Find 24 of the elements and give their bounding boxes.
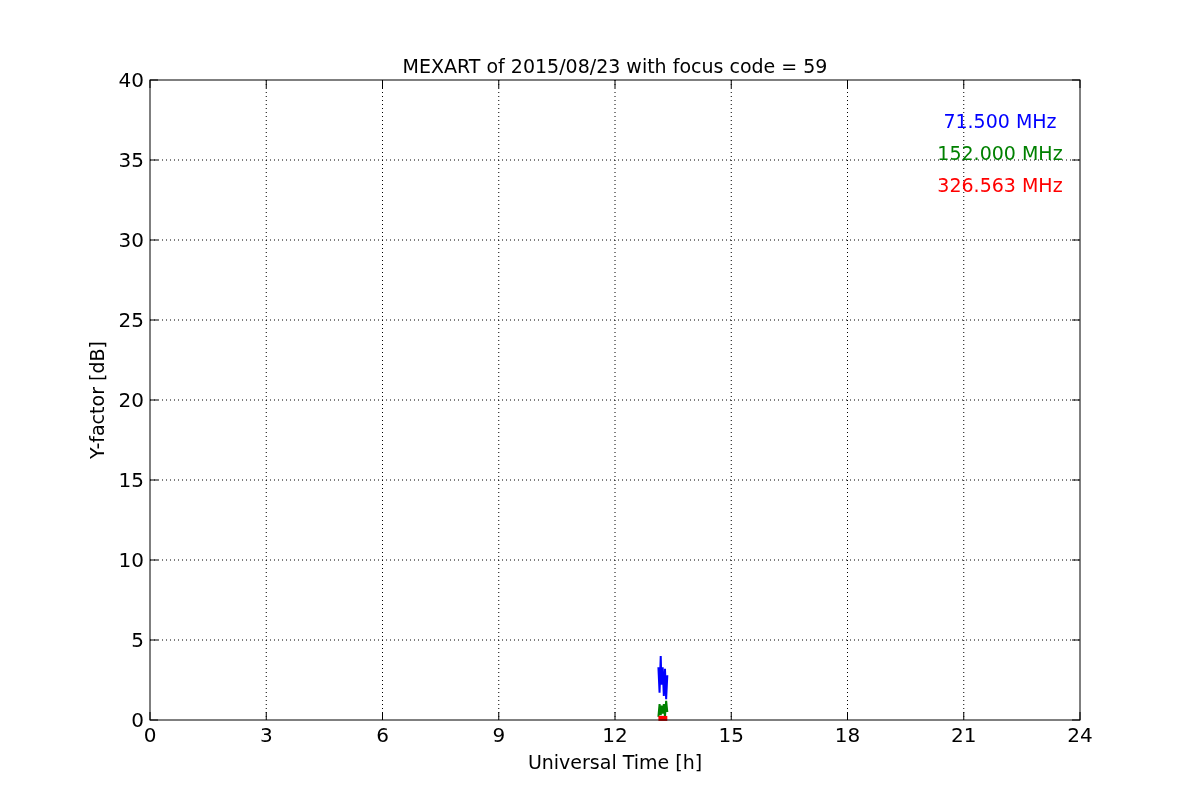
- x-tick-label: 3: [259, 723, 273, 747]
- x-tick-label: 12: [602, 723, 628, 747]
- chart-title: MEXART of 2015/08/23 with focus code = 59: [402, 55, 828, 77]
- y-tick-label: 25: [118, 308, 144, 332]
- y-tick-label: 35: [118, 148, 144, 172]
- x-tick-label: 9: [492, 723, 506, 747]
- y-tick-label: 40: [118, 68, 144, 92]
- y-tick-label: 30: [118, 228, 144, 252]
- legend-label: 71.500 MHz: [943, 110, 1057, 132]
- y-tick-label: 15: [118, 468, 144, 492]
- x-tick-label: 0: [143, 723, 157, 747]
- y-tick-label: 0: [131, 708, 144, 732]
- legend-label: 152.000 MHz: [937, 142, 1063, 164]
- y-axis-label: Y-factor [dB]: [86, 341, 108, 459]
- x-tick-label: 18: [834, 723, 861, 747]
- x-axis-label: Universal Time [h]: [527, 751, 703, 773]
- x-tick-label: 6: [376, 723, 389, 747]
- y-tick-label: 5: [131, 628, 144, 652]
- x-tick-label: 15: [718, 723, 744, 747]
- y-tick-label: 10: [118, 548, 144, 572]
- y-tick-label: 20: [118, 388, 144, 412]
- x-tick-label: 24: [1067, 723, 1093, 747]
- x-tick-label: 21: [951, 723, 977, 747]
- legend-label: 326.563 MHz: [937, 174, 1063, 196]
